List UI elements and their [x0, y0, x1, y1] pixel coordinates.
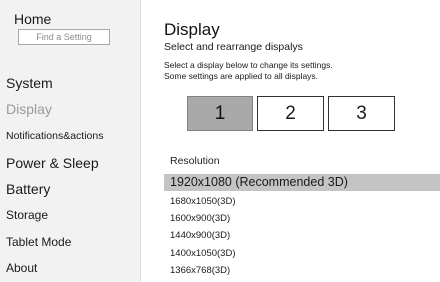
sidebar-item-tablet-mode[interactable]: Tablet Mode	[6, 235, 71, 249]
monitor-3-button[interactable]: 3	[328, 96, 395, 131]
resolution-label: Resolution	[170, 155, 220, 167]
sidebar-item-storage[interactable]: Storage	[6, 208, 48, 222]
search-input[interactable]: Find a Setting	[18, 29, 110, 45]
sidebar-item-battery[interactable]: Battery	[6, 181, 50, 197]
resolution-option-1680x1050[interactable]: 1680x1050(3D)	[170, 196, 236, 207]
sidebar-item-power-sleep[interactable]: Power & Sleep	[6, 155, 99, 171]
resolution-option-1440x900[interactable]: 1440x900(3D)	[170, 230, 230, 241]
page-subtitle: Select and rearrange dispalys	[164, 41, 303, 53]
resolution-option-1600x900[interactable]: 1600x900(3D)	[170, 213, 230, 224]
sidebar-item-display[interactable]: Display	[6, 101, 52, 117]
page-title: Display	[164, 20, 220, 39]
sidebar: Home Find a Setting System Display Notif…	[0, 0, 141, 282]
info-line-2: Some settings are applied to all display…	[164, 71, 319, 81]
info-line-1: Select a display below to change its set…	[164, 60, 333, 70]
monitor-2-button[interactable]: 2	[257, 96, 324, 131]
resolution-option-1400x1050[interactable]: 1400x1050(3D)	[170, 248, 236, 259]
info-text: Select a display below to change its set…	[164, 60, 333, 82]
sidebar-item-system[interactable]: System	[6, 75, 53, 91]
monitor-1-button[interactable]: 1	[187, 96, 253, 131]
display-settings-panel: Display Select and rearrange dispalys Se…	[164, 0, 440, 282]
sidebar-item-about[interactable]: About	[6, 261, 37, 275]
home-link[interactable]: Home	[14, 11, 51, 27]
sidebar-item-notifications[interactable]: Notifications&actions	[6, 130, 103, 142]
resolution-option-1920x1080[interactable]: 1920x1080 (Recommended 3D)	[170, 175, 348, 189]
resolution-option-1366x768[interactable]: 1366x768(3D)	[170, 265, 230, 276]
